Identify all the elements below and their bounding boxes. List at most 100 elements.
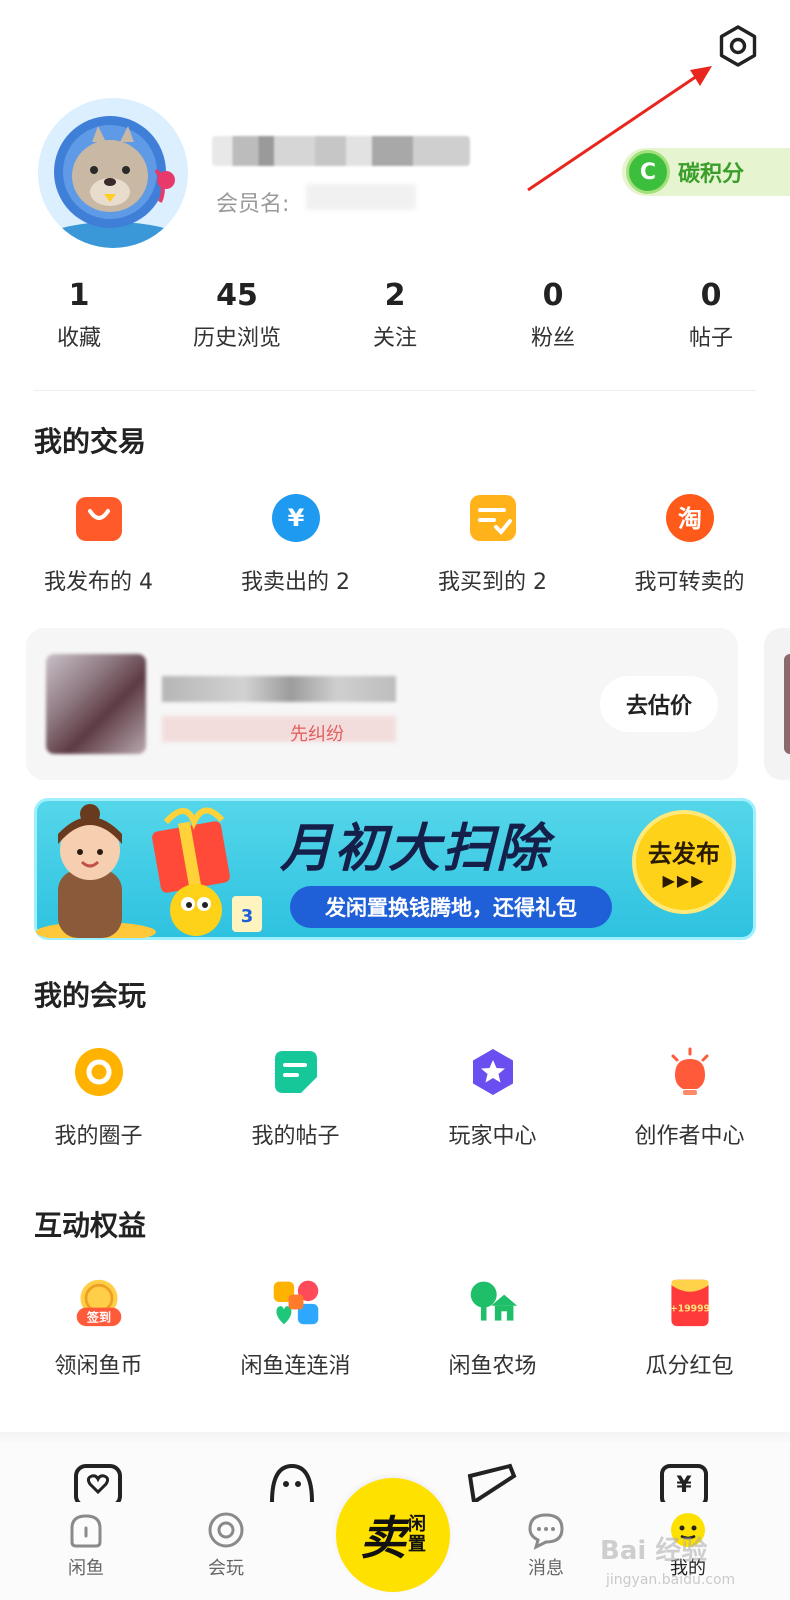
- profile-stats: 1 收藏 45 历史浏览 2 关注 0 粉丝 0 帖子: [0, 276, 790, 352]
- stat-value: 45: [216, 278, 258, 313]
- face-icon: [270, 1463, 314, 1502]
- sell-label: 卖: [360, 1511, 406, 1565]
- trade-item-label: 我卖出的 2: [241, 570, 350, 595]
- banner-button-arrows: ▶▶▶: [662, 871, 706, 890]
- benefit-item-label: 闲鱼农场: [448, 1354, 537, 1379]
- taobao-icon: 淘: [664, 492, 716, 544]
- trade-item-sold[interactable]: ¥ 我卖出的 2: [197, 492, 394, 596]
- benefit-item-farm[interactable]: 闲鱼农场: [394, 1276, 591, 1380]
- stat-history[interactable]: 45 历史浏览: [158, 276, 316, 352]
- trade-item-published[interactable]: 我发布的 4: [0, 492, 197, 596]
- stat-value: 2: [384, 278, 406, 313]
- play-item-label: 我的帖子: [251, 1124, 340, 1149]
- play-item-label: 我的圈子: [54, 1124, 143, 1149]
- trade-grid: 我发布的 4 ¥ 我卖出的 2 我买到的 2 淘 我可转卖的: [0, 492, 790, 596]
- play-item-creator-center[interactable]: 创作者中心: [591, 1046, 788, 1150]
- play-item-posts[interactable]: 我的帖子: [197, 1046, 394, 1150]
- benefit-item-label: 领闲鱼币: [54, 1354, 143, 1379]
- nickname-redacted: [212, 136, 470, 166]
- stat-favorites[interactable]: 1 收藏: [0, 276, 158, 352]
- sell-sublabel-1: 闲: [408, 1514, 426, 1535]
- play-item-label: 创作者中心: [634, 1124, 745, 1149]
- benefit-item-red-packet[interactable]: +19999 瓜分红包: [591, 1276, 788, 1380]
- stat-followers[interactable]: 0 粉丝: [474, 276, 632, 352]
- benefits-grid: 签到 领闲鱼币 闲鱼连连消 闲鱼农场 +19999 瓜分红包: [0, 1276, 790, 1380]
- watermark: Bai 经验: [600, 1536, 708, 1566]
- check-list-icon: [467, 492, 519, 544]
- otter-astronaut-avatar: [38, 98, 188, 248]
- section-title-benefits: 互动权益: [34, 1209, 147, 1242]
- stat-label: 关注: [372, 326, 417, 351]
- sell-sublabel: 闲 置: [408, 1515, 426, 1555]
- trade-item-label: 我可转卖的: [634, 570, 745, 595]
- svg-text:¥: ¥: [676, 1473, 692, 1498]
- checkin-badge: 签到: [85, 1310, 110, 1325]
- svg-text:3: 3: [241, 906, 254, 927]
- red-packet-amount: +19999: [670, 1303, 710, 1314]
- yen-icon: ¥: [270, 492, 322, 544]
- nav-tab-home[interactable]: 闲鱼: [46, 1510, 126, 1580]
- nav-tab-messages[interactable]: 消息: [506, 1510, 586, 1580]
- play-item-label: 玩家中心: [448, 1124, 537, 1149]
- carbon-points-badge[interactable]: C 碳积分: [622, 148, 790, 196]
- trade-item-bought[interactable]: 我买到的 2: [394, 492, 591, 596]
- carbon-c-icon: C: [626, 150, 670, 194]
- nav-tab-label: 消息: [528, 1558, 564, 1579]
- banner-publish-button[interactable]: 去发布 ▶▶▶: [632, 810, 736, 914]
- avatar[interactable]: [38, 98, 188, 248]
- stat-label: 收藏: [56, 326, 101, 351]
- play-item-player-center[interactable]: 玩家中心: [394, 1046, 591, 1150]
- yen-box-icon: ¥: [660, 1464, 708, 1502]
- item-thumbnail-redacted: [46, 654, 146, 754]
- watermark-url: jingyan.baidu.com: [606, 1572, 736, 1588]
- svg-text:¥: ¥: [287, 504, 304, 532]
- red-packet-icon: +19999: [664, 1276, 716, 1328]
- estimate-button[interactable]: 去估价: [600, 676, 718, 732]
- stat-value: 0: [700, 278, 722, 313]
- sell-sublabel-2: 置: [408, 1534, 426, 1555]
- banner-button-label: 去发布: [648, 840, 720, 868]
- stat-label: 帖子: [688, 326, 733, 351]
- section-title-trade: 我的交易: [34, 425, 147, 458]
- banner-title: 月初大扫除: [280, 819, 551, 879]
- banner-subtitle: 发闲置换钱腾地，还得礼包: [290, 886, 612, 928]
- svg-text:淘: 淘: [678, 505, 702, 533]
- star-badge-icon: [467, 1046, 519, 1098]
- banner-character-art: 3: [36, 804, 262, 938]
- heart-box-icon: [74, 1464, 122, 1502]
- trade-item-label: 我发布的 4: [44, 570, 153, 595]
- nav-tab-label: 闲鱼: [68, 1558, 104, 1579]
- nav-tab-play[interactable]: 会玩: [186, 1510, 266, 1580]
- stat-posts[interactable]: 0 帖子: [632, 276, 790, 352]
- section-title-play: 我的会玩: [34, 979, 147, 1012]
- benefit-item-coins[interactable]: 签到 领闲鱼币: [0, 1276, 197, 1380]
- play-item-circles[interactable]: 我的圈子: [0, 1046, 197, 1150]
- member-name-redacted: [306, 184, 416, 210]
- member-name-label: 会员名:: [216, 192, 290, 217]
- circle-icon: [73, 1046, 125, 1098]
- nav-tab-label: 会玩: [208, 1558, 244, 1579]
- benefit-item-label: 瓜分红包: [645, 1354, 734, 1379]
- item-title-redacted: [162, 676, 396, 702]
- match-game-icon: [270, 1276, 322, 1328]
- stat-following[interactable]: 2 关注: [316, 276, 474, 352]
- ticket-icon: [467, 1463, 517, 1502]
- settings-button[interactable]: [714, 22, 762, 70]
- benefit-item-match-game[interactable]: 闲鱼连连消: [197, 1276, 394, 1380]
- play-grid: 我的圈子 我的帖子 玩家中心 创作者中心: [0, 1046, 790, 1150]
- stat-label: 历史浏览: [192, 326, 281, 351]
- trade-item-resellable[interactable]: 淘 我可转卖的: [591, 492, 788, 596]
- shopping-bag-icon: [73, 492, 125, 544]
- item-subtext-redacted: [162, 716, 396, 742]
- farm-icon: [467, 1276, 519, 1328]
- trade-item-label: 我买到的 2: [438, 570, 547, 595]
- post-icon: [270, 1046, 322, 1098]
- gear-icon: [719, 25, 757, 67]
- carbon-points-label: 碳积分: [678, 162, 745, 187]
- stat-value: 0: [542, 278, 564, 313]
- home-icon: [70, 1514, 102, 1548]
- stat-value: 1: [68, 278, 90, 313]
- benefit-item-label: 闲鱼连连消: [240, 1354, 351, 1379]
- sell-button[interactable]: 卖 闲 置: [336, 1478, 450, 1592]
- play-icon: [208, 1512, 244, 1548]
